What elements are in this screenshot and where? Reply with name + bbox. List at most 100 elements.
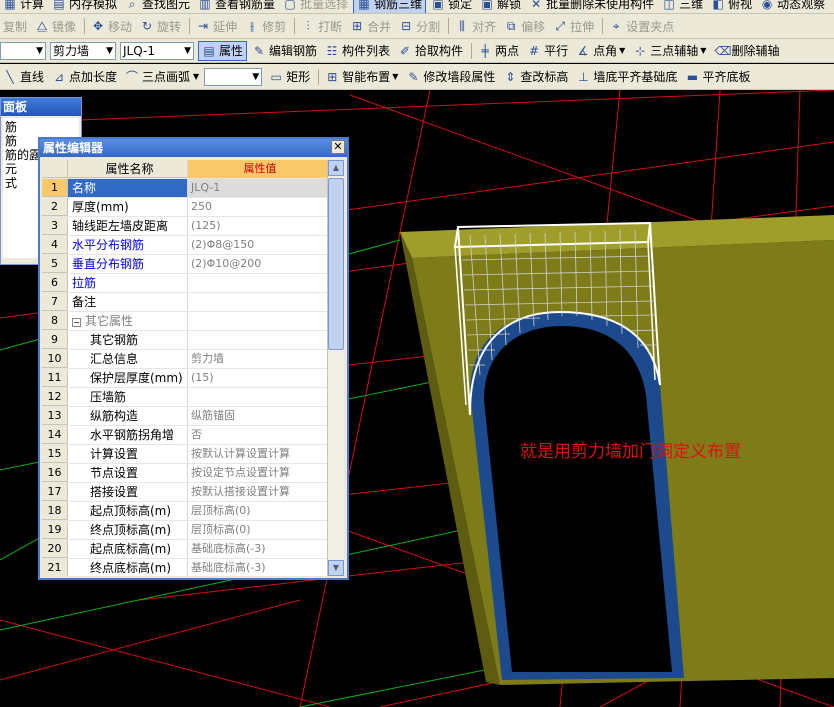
split-button[interactable]: ⊟ 分割 — [396, 16, 443, 36]
table-row[interactable]: 16 节点设置 按设定节点设置计算 — [42, 464, 329, 483]
trim-button[interactable]: ⫲ 修剪 — [242, 16, 289, 36]
modify-icon: ✎ — [408, 69, 419, 84]
delete-axis-button[interactable]: ⌫ 删除辅轴 — [711, 41, 782, 61]
offset-button[interactable]: ⧉ 偏移 — [501, 16, 548, 36]
toolbar-edit: 复制 ⧋ 镜像 ✥ 移动 ↻ 旋转 ⇥ 延伸 ⫲ 修剪 ⫶ 打断 ⊞ 合并 ⊟ 分割 ⫼ 对齐 ⧉… — [0, 14, 834, 39]
edit-rebar-button[interactable]: ✎ 编辑钢筋 — [249, 41, 320, 61]
toolbar-component: ▼ 剪力墙 ▼ JLQ-1 ▼ ▤ 属性 ✎ 编辑钢筋 ☷ 构件列表 ✐ 拾取构件 ╪ 两点 … — [0, 39, 834, 63]
table-row[interactable]: 5 垂直分布钢筋 (2)Φ10@200 — [42, 255, 329, 274]
table-row[interactable]: 9 其它钢筋 — [42, 331, 329, 350]
table-row[interactable]: 7 备注 — [42, 293, 329, 312]
unlock-button[interactable]: ▣ 解锁 — [477, 0, 524, 13]
point-angle-button[interactable]: ∡ 点角 ▼ — [573, 41, 628, 61]
table-row[interactable]: 11 保护层厚度(mm) (15) — [42, 369, 329, 388]
table-row[interactable]: 4 水平分布钢筋 (2)Φ8@150 — [42, 236, 329, 255]
smart-layout-button[interactable]: ⊞ 智能布置 ▼ — [322, 67, 401, 87]
line-icon: ╲ — [6, 69, 14, 84]
orbit-button[interactable]: ◉ 动态观察 — [757, 0, 828, 13]
component-list-button[interactable]: ☷ 构件列表 — [322, 41, 393, 61]
list-icon: ☷ — [326, 43, 338, 58]
type-combo[interactable]: 剪力墙 ▼ — [50, 41, 116, 60]
copy-button[interactable]: 复制 — [0, 16, 30, 36]
memory-button[interactable]: ▤ 内存模拟 — [49, 0, 120, 13]
batch-delete-button[interactable]: ✕ 批量删除未使用构件 — [526, 0, 657, 13]
category-combo[interactable]: ▼ — [0, 41, 46, 60]
table-row[interactable]: 1 名称 JLQ-1 — [42, 179, 329, 198]
line-button[interactable]: ╲ 直线 — [0, 67, 47, 87]
table-row[interactable]: 19 终点顶标高(m) 层顶标高(0) — [42, 521, 329, 540]
offset-icon: ⧉ — [506, 19, 516, 33]
three-point-arc-button[interactable]: ⌒ 三点画弧 ▼ — [122, 67, 202, 87]
align-button[interactable]: ⫼ 对齐 — [452, 16, 499, 36]
rebar-3d-icon: ▦ — [358, 0, 370, 11]
table-row[interactable]: 10 汇总信息 剪力墙 — [42, 350, 329, 369]
merge-button[interactable]: ⊞ 合并 — [347, 16, 394, 36]
scroll-thumb[interactable] — [328, 178, 344, 350]
batch-select-button[interactable]: ▢ 批量选择 — [280, 0, 351, 13]
three-point-axis-button[interactable]: ⊹ 三点辅轴 ▼ — [630, 41, 709, 61]
table-row[interactable]: 12 压墙筋 — [42, 388, 329, 407]
break-button[interactable]: ⫶ 打断 — [298, 16, 345, 36]
mirror-icon: ⧋ — [36, 19, 48, 33]
column-header-value: 属性值 — [188, 160, 329, 178]
wall-bottom-align-button[interactable]: ⊥ 墙底平齐基础底 — [573, 67, 680, 87]
table-row[interactable]: 17 搭接设置 按默认搭接设置计算 — [42, 483, 329, 502]
parallel-button[interactable]: # 平行 — [524, 41, 571, 61]
property-grid-header: 属性名称 属性值 — [42, 160, 329, 179]
move-button[interactable]: ✥ 移动 — [88, 16, 135, 36]
two-point-icon: ╪ — [481, 43, 489, 58]
align-slab-icon: ▬ — [686, 69, 699, 84]
break-icon: ⫶ — [306, 19, 310, 33]
table-row[interactable]: 15 计算设置 按默认计算设置计算 — [42, 445, 329, 464]
property-button[interactable]: ▤ 属性 — [198, 40, 248, 61]
rectangle-button[interactable]: ▭ 矩形 — [266, 67, 313, 87]
table-row[interactable]: 3 轴线距左墙皮距离 (125) — [42, 217, 329, 236]
align-slab-button[interactable]: ▬ 平齐底板 — [682, 67, 753, 87]
top-view-button[interactable]: ◧ 俯视 — [708, 0, 755, 13]
modify-wall-button[interactable]: ✎ 修改墙段属性 — [403, 67, 498, 87]
point-length-button[interactable]: ⊿ 点加长度 — [49, 67, 120, 87]
name-combo[interactable]: JLQ-1 ▼ — [120, 41, 194, 60]
chevron-down-icon: ▼ — [184, 45, 191, 56]
view-3d-button[interactable]: ◫ 三维 — [659, 0, 706, 13]
table-row[interactable]: 14 水平钢筋拐角增否 — [42, 426, 329, 445]
point-angle-icon: ∡ — [577, 43, 589, 58]
find-element-button[interactable]: ⌕ 查找图元 — [122, 0, 193, 13]
table-row[interactable]: 2 厚度(mm) 250 — [42, 198, 329, 217]
property-editor-title[interactable]: 属性编辑器 ✕ — [40, 139, 347, 157]
axis-icon: ⊹ — [635, 43, 646, 58]
close-icon[interactable]: ✕ — [331, 140, 345, 154]
pick-component-button[interactable]: ✐ 拾取构件 — [395, 41, 466, 61]
chevron-down-icon: ▼ — [36, 45, 43, 56]
table-row[interactable]: 6 拉筋 — [42, 274, 329, 293]
delete-icon: ✕ — [531, 0, 542, 11]
extend-button[interactable]: ⇥ 延伸 — [193, 16, 240, 36]
scroll-down-icon[interactable]: ▼ — [328, 560, 344, 576]
lock-button[interactable]: ▣ 锁定 — [428, 0, 475, 13]
left-panel-line[interactable]: 筋 — [5, 120, 77, 134]
cube-icon: ◫ — [663, 0, 675, 11]
collapse-icon[interactable]: − — [72, 318, 81, 327]
elevation-button[interactable]: ⇕ 查改标高 — [500, 67, 571, 87]
stretch-button[interactable]: ⤢ 拉伸 — [550, 16, 597, 36]
table-row-group[interactable]: 8− 其它属性 — [42, 312, 329, 331]
rotate-button[interactable]: ↻ 旋转 — [137, 16, 184, 36]
door-opening[interactable] — [470, 312, 684, 680]
table-row[interactable]: 20 起点底标高(m) 基础底标高(-3) — [42, 540, 329, 559]
lock-icon: ▣ — [432, 0, 444, 11]
property-editor-window[interactable]: 属性编辑器 ✕ 属性名称 属性值 1 名称 JLQ-1 2 厚度(mm) 250 3 轴线… — [38, 137, 349, 580]
table-row[interactable]: 18 起点顶标高(m) 层顶标高(0) — [42, 502, 329, 521]
mirror-button[interactable]: ⧋ 镜像 — [32, 16, 79, 36]
two-point-button[interactable]: ╪ 两点 — [475, 41, 522, 61]
find-icon: ⌕ — [128, 0, 136, 11]
rebar-3d-button[interactable]: ▦ 钢筋三维 — [353, 0, 427, 13]
grip-icon: ⌖ — [612, 19, 620, 33]
grip-button[interactable]: ⌖ 设置夹点 — [606, 16, 677, 36]
table-row[interactable]: 13 纵筋构造 纵筋锚固 — [42, 407, 329, 426]
property-grid-scrollbar[interactable]: ▲ ▼ — [327, 160, 344, 576]
calc-button[interactable]: ▦ 计算 — [0, 0, 47, 13]
table-row[interactable]: 21 终点底标高(m) 基础底标高(-3) — [42, 559, 329, 576]
arc-mode-combo[interactable]: ▼ — [204, 67, 263, 86]
scroll-up-icon[interactable]: ▲ — [328, 160, 344, 176]
view-rebar-button[interactable]: ▥ 查看钢筋量 — [195, 0, 278, 13]
